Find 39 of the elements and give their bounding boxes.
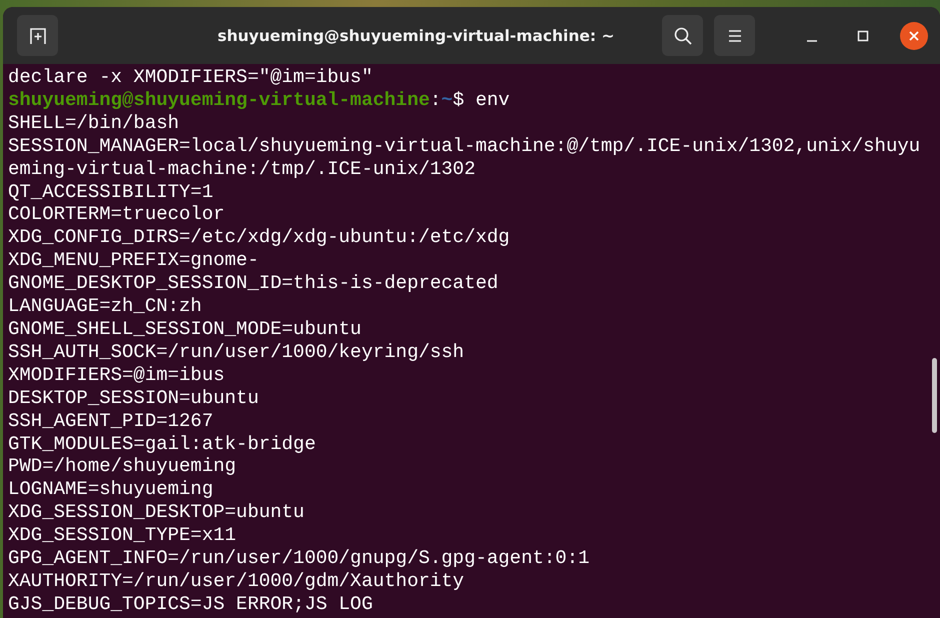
menu-icon — [726, 28, 742, 42]
terminal-output-line: XDG_SESSION_DESKTOP=ubuntu — [8, 501, 306, 524]
prompt-separator: : — [430, 88, 442, 111]
prompt-user-host: shuyueming@shuyueming-virtual-machine — [8, 88, 430, 111]
close-icon — [908, 30, 920, 42]
terminal-output-line: XDG_MENU_PREFIX=gnome- — [8, 249, 260, 272]
terminal-output-line: QT_ACCESSIBILITY=1 — [8, 180, 214, 204]
terminal-output-line: DESKTOP_SESSION=ubuntu — [8, 386, 260, 410]
terminal-output-line: XDG_SESSION_TYPE=x11 — [8, 524, 238, 548]
terminal-output-line: XMODIFIERS=@im=ibus — [8, 364, 226, 387]
terminal-output-line: SESSION_MANAGER=local/shuyueming-virtual-machine:@/tmp/.ICE-unix/1302,unix/shuyueming-virtual-machine:/tmp/.ICE-unix/1302 — [8, 134, 920, 181]
terminal-output-line: GJS_DEBUG_TOPICS=JS ERROR;JS LOG — [8, 592, 374, 616]
new-tab-button[interactable] — [17, 15, 58, 56]
prompt-symbol: $ — [452, 88, 464, 111]
terminal-output-line: LANGUAGE=zh_CN:zh — [8, 295, 203, 318]
terminal-output-line: COLORTERM=truecolor — [8, 203, 226, 226]
terminal-output-line: SHELL=/bin/bash — [8, 112, 180, 135]
close-button[interactable] — [900, 22, 928, 50]
terminal-output-line: GNOME_DESKTOP_SESSION_ID=this-is-deprecated — [8, 272, 500, 296]
minimize-icon — [807, 40, 817, 42]
menu-button[interactable] — [714, 15, 755, 56]
new-tab-icon — [28, 26, 48, 46]
scrollbar-thumb[interactable] — [932, 358, 937, 433]
terminal-output-line: GPG_AGENT_INFO=/run/user/1000/gnupg/S.gpg-agent:0:1 — [8, 547, 590, 570]
maximize-icon — [857, 30, 869, 42]
search-button[interactable] — [662, 15, 703, 56]
terminal-output-line: SSH_AUTH_SOCK=/run/user/1000/keyring/ssh — [8, 340, 466, 364]
terminal-output-line: SSH_AGENT_PID=1267 — [8, 410, 214, 432]
terminal-output-line: XDG_CONFIG_DIRS=/etc/xdg/xdg-ubuntu:/etc/xdg — [8, 226, 511, 250]
terminal-output-line: declare -x XMODIFIERS="@im=ibus" — [8, 66, 374, 89]
window-title: shuyueming@shuyueming-virtual-machine: ~ — [216, 26, 616, 44]
prompt-path: ~ — [441, 88, 453, 111]
terminal-output-line: GNOME_SHELL_SESSION_MODE=ubuntu — [8, 318, 362, 341]
terminal-output-line: GTK_MODULES=gail:atk-bridge — [8, 432, 317, 456]
terminal-output-line: LOGNAME=shuyueming — [8, 478, 214, 502]
terminal-output-line: XAUTHORITY=/run/user/1000/gdm/Xauthority — [8, 570, 466, 593]
terminal-output-line: PWD=/home/shuyueming — [8, 455, 238, 478]
terminal-command: env — [476, 88, 510, 111]
search-icon — [672, 26, 692, 46]
